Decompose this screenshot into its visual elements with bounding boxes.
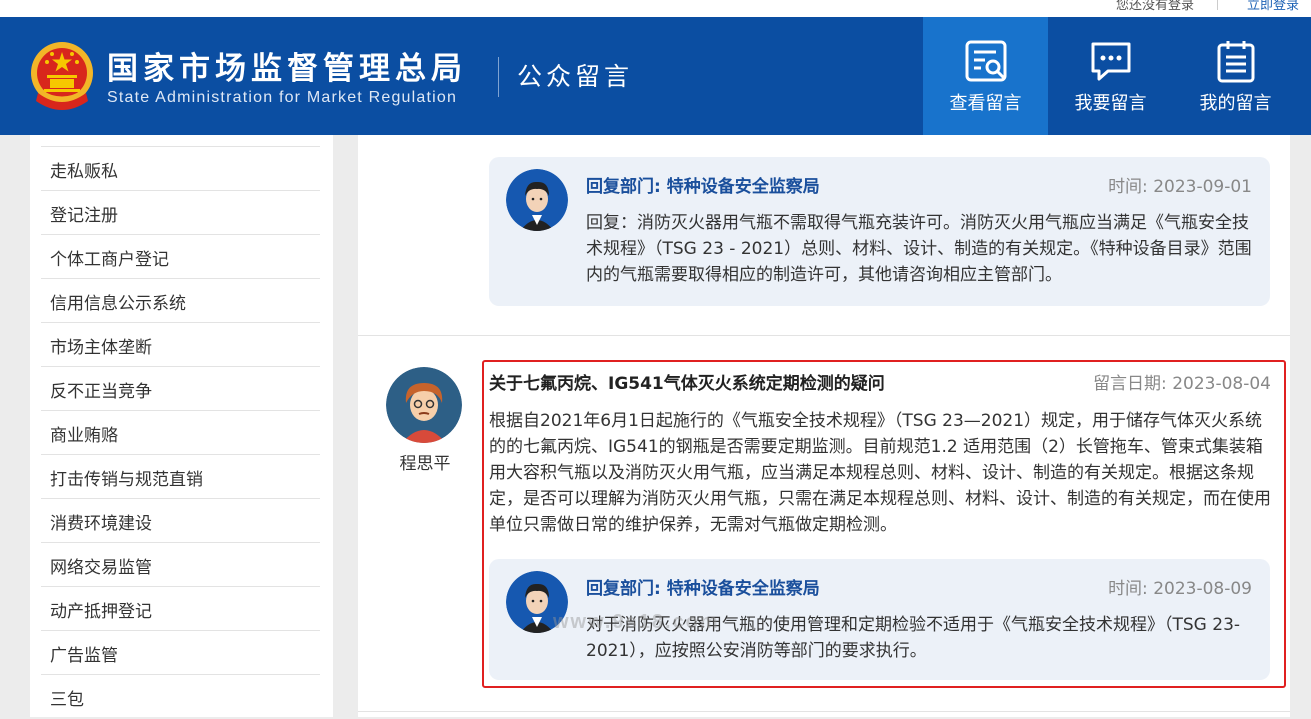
message-divider [358, 335, 1290, 336]
top-utility-bar: 您还没有登录 立即登录 [0, 0, 1311, 17]
sidebar-item-label: 消费环境建设 [50, 514, 152, 534]
sidebar-item-label: 登记注册 [50, 206, 118, 226]
sidebar-item-label: 网络交易监管 [50, 558, 152, 578]
write-message-icon [1091, 42, 1131, 81]
sidebar-item-credit-info[interactable]: 信用信息公示系统 [41, 278, 320, 323]
national-emblem-icon [31, 42, 93, 110]
top-bar-separator [1217, 0, 1218, 10]
sidebar-item-label: 个体工商户登记 [50, 250, 169, 270]
sidebar-item-advertising[interactable]: 广告监管 [41, 630, 320, 675]
nav-view-messages[interactable]: 查看留言 [923, 17, 1048, 135]
sidebar-item-label: 反不正当竞争 [50, 382, 152, 402]
header-divider [498, 57, 499, 97]
sidebar-item-label: 走私贩私 [50, 162, 118, 182]
sidebar-item-online-trade[interactable]: 网络交易监管 [41, 542, 320, 587]
my-messages-icon [1217, 41, 1255, 83]
org-name-chinese: 国家市场监督管理总局 [107, 51, 467, 87]
sidebar-item-label: 信用信息公示系统 [50, 294, 186, 314]
sidebar-item-monopoly[interactable]: 市场主体垄断 [41, 322, 320, 367]
sidebar-item-label: 广告监管 [50, 646, 118, 666]
message-divider [358, 711, 1290, 712]
nav-view-messages-label: 查看留言 [949, 93, 1022, 114]
asker-name: 程思平 [399, 454, 451, 474]
sidebar-item-bribery[interactable]: 商业贿赂 [41, 410, 320, 455]
sidebar-item-label: 打击传销与规范直销 [50, 470, 203, 490]
highlight-annotation-box [482, 360, 1286, 688]
sidebar-item-chattel-mortgage[interactable]: 动产抵押登记 [41, 586, 320, 631]
login-link[interactable]: 立即登录 [1247, 0, 1299, 13]
nav-my-messages-label: 我的留言 [1199, 93, 1272, 114]
asker-avatar-icon [386, 367, 462, 443]
nav-write-message-label: 我要留言 [1074, 93, 1147, 114]
nav-my-messages[interactable]: 我的留言 [1173, 17, 1298, 135]
sidebar-item-label: 商业贿赂 [50, 426, 118, 446]
sidebar-item-label: 三包 [50, 690, 84, 710]
org-name-english: State Administration for Market Regulati… [107, 89, 458, 106]
login-status-text: 您还没有登录 [1115, 0, 1194, 13]
sidebar-item-label: 动产抵押登记 [50, 602, 152, 622]
sidebar-item-three-guarantees[interactable]: 三包 [41, 674, 320, 719]
sidebar-item-consumer-environment[interactable]: 消费环境建设 [41, 498, 320, 543]
department-avatar-icon [506, 169, 568, 231]
sidebar-item-smuggling[interactable]: 走私贩私 [41, 146, 320, 191]
reply-time: 时间: 2023-09-01 [1108, 177, 1252, 197]
section-title: 公众留言 [517, 62, 634, 91]
sidebar-item-individual-business[interactable]: 个体工商户登记 [41, 234, 320, 279]
sidebar-item-pyramid-selling[interactable]: 打击传销与规范直销 [41, 454, 320, 499]
sidebar-item-label: 市场主体垄断 [50, 338, 152, 358]
nav-write-message[interactable]: 我要留言 [1048, 17, 1173, 135]
reply-body: 回复：消防灭火器用气瓶不需取得气瓶充装许可。消防灭火用气瓶应当满足《气瓶安全技术… [586, 213, 1252, 285]
site-header: 国家市场监督管理总局 State Administration for Mark… [0, 17, 1311, 135]
reply-department: 回复部门: 特种设备安全监察局 [586, 177, 820, 197]
view-messages-icon [965, 40, 1007, 82]
sidebar-item-registration[interactable]: 登记注册 [41, 190, 320, 235]
sidebar-item-unfair-competition[interactable]: 反不正当竞争 [41, 366, 320, 411]
category-sidebar: 走私贩私 登记注册 个体工商户登记 信用信息公示系统 市场主体垄断 反不正当竞争… [30, 135, 333, 717]
